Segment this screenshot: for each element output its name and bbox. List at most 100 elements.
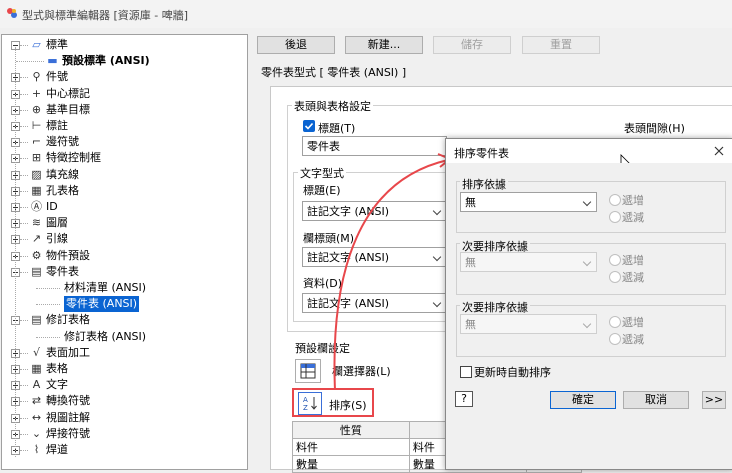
svg-text:Z: Z [303,404,308,411]
chevron-down-icon [582,257,592,267]
sort-by-label: 排序依據 [460,176,508,192]
tree-item-13[interactable]: ⚙ 物件預設 [2,248,247,264]
auto-sort-label: 更新時自動排序 [474,366,551,379]
tree-item-2[interactable]: ⚲ 件號 [2,69,247,85]
tree-item-10[interactable]: Ⓐ ID [2,199,247,215]
then-by-1-asc-radio[interactable] [609,254,621,266]
transform-symbol-icon: ⇄ [31,394,42,408]
tree-item-4[interactable]: ⊕ 基準目標 [2,102,247,118]
revision-table-icon: ▤ [31,313,42,327]
column-chooser-icon [300,363,316,379]
tree-item-21[interactable]: A 文字 [2,377,247,393]
chevron-down-icon [582,197,592,207]
close-icon[interactable] [714,146,724,156]
tree-item-12[interactable]: ↗ 引線 [2,231,247,247]
then-by-1-select[interactable]: 無 [460,252,597,272]
cancel-button[interactable]: 取消 [623,391,689,409]
sort-dialog[interactable]: 排序零件表 排序依據 無 遞增 遞減 次要排序依據 無 遞增 遞減 次要排序依據… [445,138,732,470]
help-button[interactable]: ? [455,391,473,407]
tree-item-25[interactable]: ⌇ 焊道 [2,442,247,458]
column-header[interactable]: 性質 [292,421,410,439]
save-button[interactable]: 儲存 [433,36,511,54]
back-button[interactable]: 後退 [257,36,335,54]
tree-connector [20,417,28,419]
sort-by-asc-radio[interactable] [609,194,621,206]
tree-connector [20,271,28,273]
tree-connector [20,142,28,144]
column-chooser-button[interactable] [295,359,321,383]
tree-item-label: 特徵控制框 [46,151,101,165]
hatch-icon: ▨ [31,167,42,181]
then-by-2-desc-radio[interactable] [609,333,621,345]
tree-connector [36,288,60,289]
then-by-2-select[interactable]: 無 [460,314,597,334]
tree-item-11[interactable]: ≋ 圖層 [2,215,247,231]
then-by-2-asc-label: 遞增 [622,316,644,329]
tree-item-6[interactable]: ⌐ 邊符號 [2,134,247,150]
tree-item-label: 材料清單 (ANSI) [64,281,147,294]
then-by-2-asc-radio[interactable] [609,316,621,328]
dialog-title: 排序零件表 [454,147,509,160]
tree-item-label: 標準 [46,38,68,51]
sort-button[interactable]: A Z [298,392,322,415]
table-cell: 料件 [292,438,410,456]
tree-item-3[interactable]: + 中心標記 [2,86,247,102]
auto-sort-checkbox[interactable] [460,366,472,378]
tree-item-14[interactable]: ▤ 零件表 [2,264,247,280]
tree-item-label: 焊接符號 [46,426,90,440]
tree-item-20[interactable]: ▦ 表格 [2,361,247,377]
tree-connector [20,77,28,79]
tree-item-8[interactable]: ▨ 填充線 [2,167,247,183]
title-checkbox[interactable] [303,120,315,132]
tree-item-1[interactable]: ▬ 預設標準 (ANSI) [2,53,247,69]
tree-connector [20,174,28,176]
title-bar: 型式與標準編輯器 [資源庫 - 啤牆] [0,0,732,28]
ok-button[interactable]: 確定 [550,391,616,409]
tree-item-15[interactable]: 材料清單 (ANSI) [2,280,247,296]
tree-connector [20,320,28,322]
tree-item-label: 邊符號 [46,135,79,149]
sort-by-desc-radio[interactable] [609,211,621,223]
tree-item-16[interactable]: 零件表 (ANSI) [2,296,247,313]
tree-item-label: 焊道 [46,443,68,456]
new-button[interactable]: 新建... [345,36,423,54]
more-button[interactable]: >> [702,391,726,409]
tree-connector [20,433,28,435]
feature-control-frame-icon: ⊞ [31,151,42,165]
sort-by-value: 無 [465,196,476,209]
sort-by-select[interactable]: 無 [460,192,597,212]
style-tree[interactable]: ▱ 標準 ▬ 預設標準 (ANSI) ⚲ 件號 + 中心標記 ⊕ 基準目標 ⊢ 標註 ⌐ 邊符號 ⊞ 特徵控制… [1,34,248,470]
tree-item-18[interactable]: 修訂表格 (ANSI) [2,329,247,345]
tree-item-17[interactable]: ▤ 修訂表格 [2,312,247,328]
layer-icon: ≋ [31,216,42,230]
center-mark-icon: + [31,86,42,100]
tree-connector [36,304,60,306]
header-gap-label: 表頭間隙(H) [624,122,685,135]
tree-item-24[interactable]: ⌄ 焊接符號 [2,426,247,442]
tree-item-22[interactable]: ⇄ 轉換符號 [2,393,247,409]
standard-item-icon: ▬ [47,54,58,68]
view-annotation-icon: ↔ [31,410,42,424]
tree-item-label: 修訂表格 [46,313,90,327]
header-settings-label: 表頭與表格設定 [292,98,373,114]
sort-by-desc-label: 遞減 [622,211,644,224]
reset-button[interactable]: 重置 [522,36,600,54]
tree-item-0[interactable]: ▱ 標準 [2,37,247,53]
tree-item-23[interactable]: ↔ 視圖註解 [2,410,247,426]
tree-connector [20,126,28,127]
then-by-1-desc-radio[interactable] [609,271,621,283]
tree-item-19[interactable]: √ 表面加工 [2,345,247,361]
tree-item-9[interactable]: ▦ 孔表格 [2,183,247,199]
tree-item-7[interactable]: ⊞ 特徵控制框 [2,150,247,166]
edge-symbol-icon: ⌐ [31,135,42,149]
text-icon: A [32,378,41,392]
tree-item-label: 填充線 [46,167,79,181]
tree-connector [20,45,28,46]
tree-item-label: 零件表 (ANSI) [64,296,140,313]
tree-item-label: 物件預設 [46,248,90,262]
tree-item-label: 零件表 [46,264,79,278]
then-by-2-label: 次要排序依據 [460,299,530,315]
then-by-2-value: 無 [465,318,476,331]
id-icon: Ⓐ [31,200,42,213]
tree-item-5[interactable]: ⊢ 標註 [2,118,247,134]
